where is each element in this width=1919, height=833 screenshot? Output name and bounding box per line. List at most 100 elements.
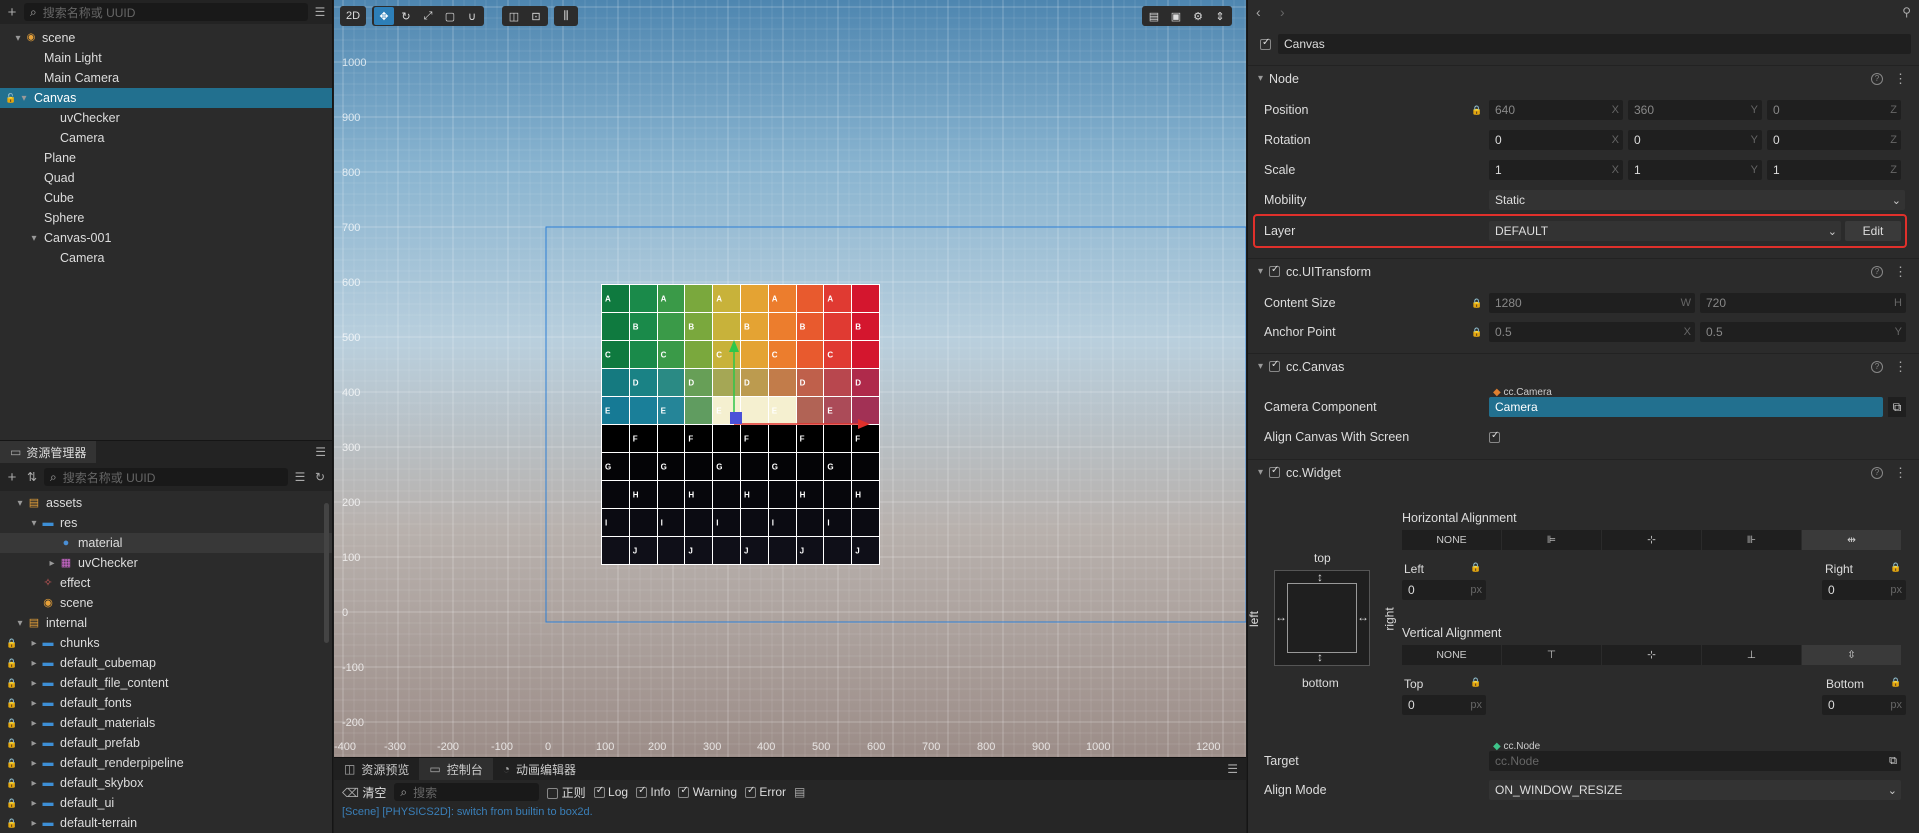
help-icon[interactable]: ? bbox=[1871, 467, 1883, 479]
asset-item[interactable]: 🔒 ▸ ▬ default_ui bbox=[0, 793, 332, 813]
asset-item[interactable]: ▾ ▤ internal bbox=[0, 613, 332, 633]
canvas-section-header[interactable]: ▾ cc.Canvas ? ⋮ bbox=[1248, 353, 1919, 379]
regex-toggle[interactable]: 正则 bbox=[547, 784, 586, 801]
bottom-input[interactable]: 0 px bbox=[1822, 695, 1906, 715]
right-spring-icon[interactable]: ↔ bbox=[1357, 611, 1369, 623]
forward-arrow-icon[interactable]: › bbox=[1280, 5, 1285, 19]
hierarchy-item[interactable]: uvChecker bbox=[0, 108, 332, 128]
bottom-spring-icon[interactable]: ↕ bbox=[1317, 651, 1323, 663]
expand-arrow-icon[interactable]: ▸ bbox=[28, 738, 40, 749]
tab-animation-editor[interactable]: ◔ 动画编辑器 bbox=[493, 758, 586, 780]
warning-checkbox[interactable] bbox=[678, 785, 690, 799]
expand-arrow-icon[interactable]: ▸ bbox=[46, 558, 58, 569]
hierarchy-item[interactable]: Main Camera bbox=[0, 68, 332, 88]
collapse-icon[interactable]: ▤ bbox=[794, 786, 805, 798]
node-active-checkbox[interactable] bbox=[1260, 37, 1271, 50]
more-options-icon[interactable]: ⋮ bbox=[1894, 71, 1907, 87]
move-tool-icon[interactable]: ✥ bbox=[374, 7, 394, 25]
position-x-input[interactable]: 640 X bbox=[1489, 100, 1623, 120]
local-global-icon[interactable]: ⊡ bbox=[526, 7, 546, 25]
lock-icon[interactable]: 🔒 bbox=[1890, 678, 1901, 687]
info-checkbox[interactable] bbox=[636, 785, 648, 799]
layer-select[interactable]: DEFAULT ⌄ bbox=[1489, 221, 1841, 241]
scale-y-input[interactable]: 1Y bbox=[1628, 160, 1762, 180]
tab-console[interactable]: ▭ 控制台 bbox=[419, 758, 493, 780]
rotation-x-input[interactable]: 0X bbox=[1489, 130, 1623, 150]
console-search-input[interactable]: ⌕ 搜索 bbox=[394, 783, 540, 801]
expand-arrow-icon[interactable]: ▾ bbox=[18, 93, 30, 104]
scale-x-input[interactable]: 1X bbox=[1489, 160, 1623, 180]
magnet-tool-icon[interactable]: ∪ bbox=[462, 7, 482, 25]
hierarchy-item[interactable]: Main Light bbox=[0, 48, 332, 68]
log-checkbox[interactable] bbox=[593, 785, 605, 799]
content-height-input[interactable]: 720 H bbox=[1700, 293, 1906, 313]
clear-button[interactable]: ⌫ 清空 bbox=[342, 784, 386, 801]
tab-asset-preview[interactable]: ◫ 资源预览 bbox=[334, 758, 419, 780]
filter-info[interactable]: Info bbox=[636, 785, 670, 799]
v-align-middle-icon[interactable]: ⊹ bbox=[1602, 645, 1701, 665]
mode-toggle[interactable]: 2D bbox=[340, 6, 366, 26]
more-options-icon[interactable]: ⋮ bbox=[1894, 359, 1907, 375]
list-menu-icon[interactable]: ☰ bbox=[312, 6, 328, 18]
component-enabled-checkbox[interactable] bbox=[1269, 359, 1281, 372]
expand-arrow-icon[interactable]: ▾ bbox=[28, 233, 40, 244]
regex-checkbox[interactable] bbox=[547, 787, 559, 799]
h-align-right-icon[interactable]: ⊪ bbox=[1702, 530, 1801, 550]
more-options-icon[interactable]: ⋮ bbox=[1894, 264, 1907, 280]
asset-item[interactable]: ◉ scene bbox=[0, 593, 332, 613]
settings-icon[interactable]: ⚙ bbox=[1188, 7, 1208, 25]
add-icon[interactable]: + bbox=[4, 470, 20, 485]
asset-item[interactable]: 🔒 ▸ ▬ default_renderpipeline bbox=[0, 753, 332, 773]
rotate-tool-icon[interactable]: ↻ bbox=[396, 7, 416, 25]
asset-item[interactable]: 🔒 ▸ ▬ default_prefab bbox=[0, 733, 332, 753]
pick-target-icon[interactable]: ⧉ bbox=[1889, 755, 1897, 768]
asset-item[interactable]: ▾ ▤ assets bbox=[0, 493, 332, 513]
widget-section-header[interactable]: ▾ cc.Widget ? ⋮ bbox=[1248, 459, 1919, 485]
camera-icon[interactable]: ▣ bbox=[1166, 7, 1186, 25]
right-input[interactable]: 0 px bbox=[1822, 580, 1906, 600]
filter-error[interactable]: Error bbox=[745, 785, 786, 799]
lock-icon[interactable]: 🔒 bbox=[1470, 563, 1481, 572]
pick-target-icon[interactable]: ⧉ bbox=[1888, 397, 1906, 417]
uitransform-section-header[interactable]: ▾ cc.UITransform ? ⋮ bbox=[1248, 258, 1919, 284]
node-section-header[interactable]: ▾ Node ? ⋮ bbox=[1248, 65, 1919, 91]
sort-icon[interactable]: ⇅ bbox=[24, 471, 40, 483]
lock-icon[interactable]: 🔒 bbox=[1890, 563, 1901, 572]
error-checkbox[interactable] bbox=[745, 785, 757, 799]
align-with-screen-checkbox[interactable] bbox=[1489, 430, 1500, 443]
expand-arrow-icon[interactable]: ▸ bbox=[28, 638, 40, 649]
v-align-none-button[interactable]: NONE bbox=[1402, 645, 1501, 665]
hierarchy-item[interactable]: ▾ Canvas-001 bbox=[0, 228, 332, 248]
back-arrow-icon[interactable]: ‹ bbox=[1256, 5, 1261, 19]
asset-item[interactable]: 🔒 ▸ ▬ default_fonts bbox=[0, 693, 332, 713]
rect-tool-icon[interactable]: ▢ bbox=[440, 7, 460, 25]
scale-tool-icon[interactable]: ⤢ bbox=[418, 7, 438, 25]
refresh-icon[interactable]: ↻ bbox=[312, 471, 328, 483]
layout-icon[interactable]: ▤ bbox=[1144, 7, 1164, 25]
asset-item[interactable]: ▸ ▦ uvChecker bbox=[0, 553, 332, 573]
expand-arrow-icon[interactable]: ▸ bbox=[28, 818, 40, 829]
scene-view[interactable]: 1000 900 800 700 600 500 400 300 200 100 0 -100 -200… bbox=[334, 0, 1246, 757]
asset-item[interactable]: 🔒 ▸ ▬ chunks bbox=[0, 633, 332, 653]
camera-component-field[interactable]: Camera bbox=[1489, 397, 1883, 417]
expand-arrow-icon[interactable]: ▾ bbox=[28, 518, 40, 529]
expand-arrow-icon[interactable]: ▾ bbox=[14, 618, 26, 629]
expand-arrow-icon[interactable]: ▸ bbox=[28, 758, 40, 769]
asset-item[interactable]: 🔒 ▸ ▬ default_skybox bbox=[0, 773, 332, 793]
position-z-input[interactable]: 0Z bbox=[1767, 100, 1901, 120]
hierarchy-item[interactable]: 🔓 ▾ Canvas bbox=[0, 88, 332, 108]
unlock-icon[interactable]: 🔓 bbox=[4, 93, 18, 103]
hierarchy-item[interactable]: Camera bbox=[0, 248, 332, 268]
list-view-icon[interactable]: ☰ bbox=[292, 471, 308, 483]
h-align-center-icon[interactable]: ⊹ bbox=[1602, 530, 1701, 550]
asset-item[interactable]: 🔒 ▸ ▬ default-terrain bbox=[0, 813, 332, 833]
assets-scrollbar[interactable] bbox=[324, 503, 329, 643]
help-icon[interactable]: ? bbox=[1871, 266, 1883, 278]
expand-arrow-icon[interactable]: ▸ bbox=[28, 698, 40, 709]
expand-arrow-icon[interactable]: ▾ bbox=[14, 498, 26, 509]
hierarchy-item[interactable]: ▾ ◉ scene bbox=[0, 28, 332, 48]
left-spring-icon[interactable]: ↔ bbox=[1275, 611, 1287, 623]
top-spring-icon[interactable]: ↕ bbox=[1317, 571, 1323, 583]
lock-icon[interactable]: 🔒 bbox=[1470, 678, 1481, 687]
hierarchy-item[interactable]: Sphere bbox=[0, 208, 332, 228]
